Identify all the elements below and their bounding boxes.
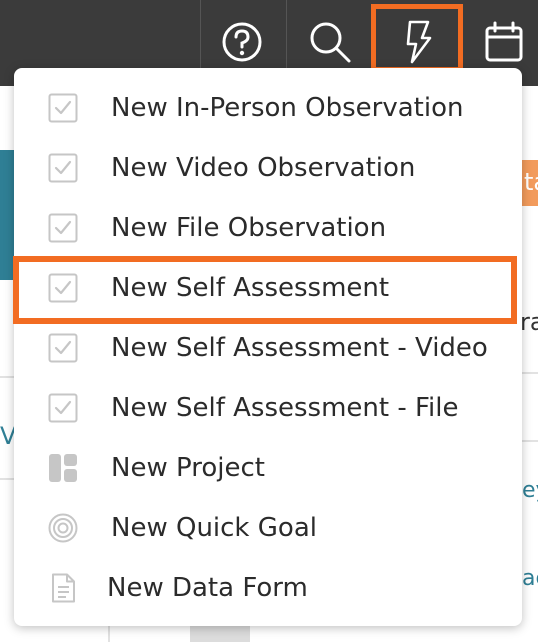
link-fragment-ey[interactable]: ey bbox=[522, 478, 538, 503]
checkbox-icon bbox=[48, 93, 78, 123]
document-icon bbox=[52, 573, 75, 603]
link-fragment-ac[interactable]: ac bbox=[522, 566, 538, 591]
help-icon[interactable] bbox=[218, 18, 266, 66]
menu-item-new-file-observation[interactable]: New File Observation bbox=[14, 198, 522, 258]
calendar-icon[interactable] bbox=[480, 18, 528, 66]
checkbox-icon bbox=[48, 213, 78, 243]
menu-item-new-self-assessment-video[interactable]: New Self Assessment - Video bbox=[14, 318, 522, 378]
selected-item-highlight-frame bbox=[13, 256, 517, 324]
orange-button-fragment[interactable]: ta bbox=[522, 160, 538, 206]
menu-item-label: New Self Assessment - File bbox=[111, 393, 459, 423]
checkbox-icon bbox=[48, 153, 78, 183]
menu-item-label: New File Observation bbox=[111, 213, 387, 243]
quick-actions-menu: New In-Person Observation New Video Obse… bbox=[14, 68, 522, 626]
menu-item-new-self-assessment-file[interactable]: New Self Assessment - File bbox=[14, 378, 522, 438]
checkbox-icon bbox=[48, 333, 78, 363]
divider bbox=[522, 440, 538, 442]
teal-sidebar-strip bbox=[0, 150, 14, 280]
divider bbox=[0, 376, 14, 378]
menu-item-new-project[interactable]: New Project bbox=[14, 438, 522, 498]
orange-button-text: ta bbox=[524, 168, 538, 196]
menu-item-label: New Self Assessment - Video bbox=[111, 333, 488, 363]
divider bbox=[522, 372, 538, 374]
checkbox-icon bbox=[48, 393, 78, 423]
target-icon bbox=[48, 513, 78, 543]
search-icon[interactable] bbox=[306, 18, 354, 66]
menu-item-new-quick-goal[interactable]: New Quick Goal bbox=[14, 498, 522, 558]
menu-item-label: New Project bbox=[111, 453, 265, 483]
lightning-highlight-frame bbox=[371, 4, 463, 72]
background-block bbox=[190, 626, 250, 642]
menu-item-label: New In-Person Observation bbox=[111, 93, 464, 123]
menu-item-label: New Quick Goal bbox=[111, 513, 317, 543]
menu-item-label: New Data Form bbox=[107, 573, 308, 603]
divider bbox=[0, 478, 14, 480]
menu-item-new-data-form[interactable]: New Data Form bbox=[14, 558, 522, 618]
menu-item-new-video-observation[interactable]: New Video Observation bbox=[14, 138, 522, 198]
project-icon bbox=[49, 454, 77, 482]
divider bbox=[108, 626, 110, 642]
menu-item-new-in-person-observation[interactable]: New In-Person Observation bbox=[14, 78, 522, 138]
menu-item-label: New Video Observation bbox=[111, 153, 416, 183]
text-fragment-ra: ra bbox=[520, 308, 538, 336]
